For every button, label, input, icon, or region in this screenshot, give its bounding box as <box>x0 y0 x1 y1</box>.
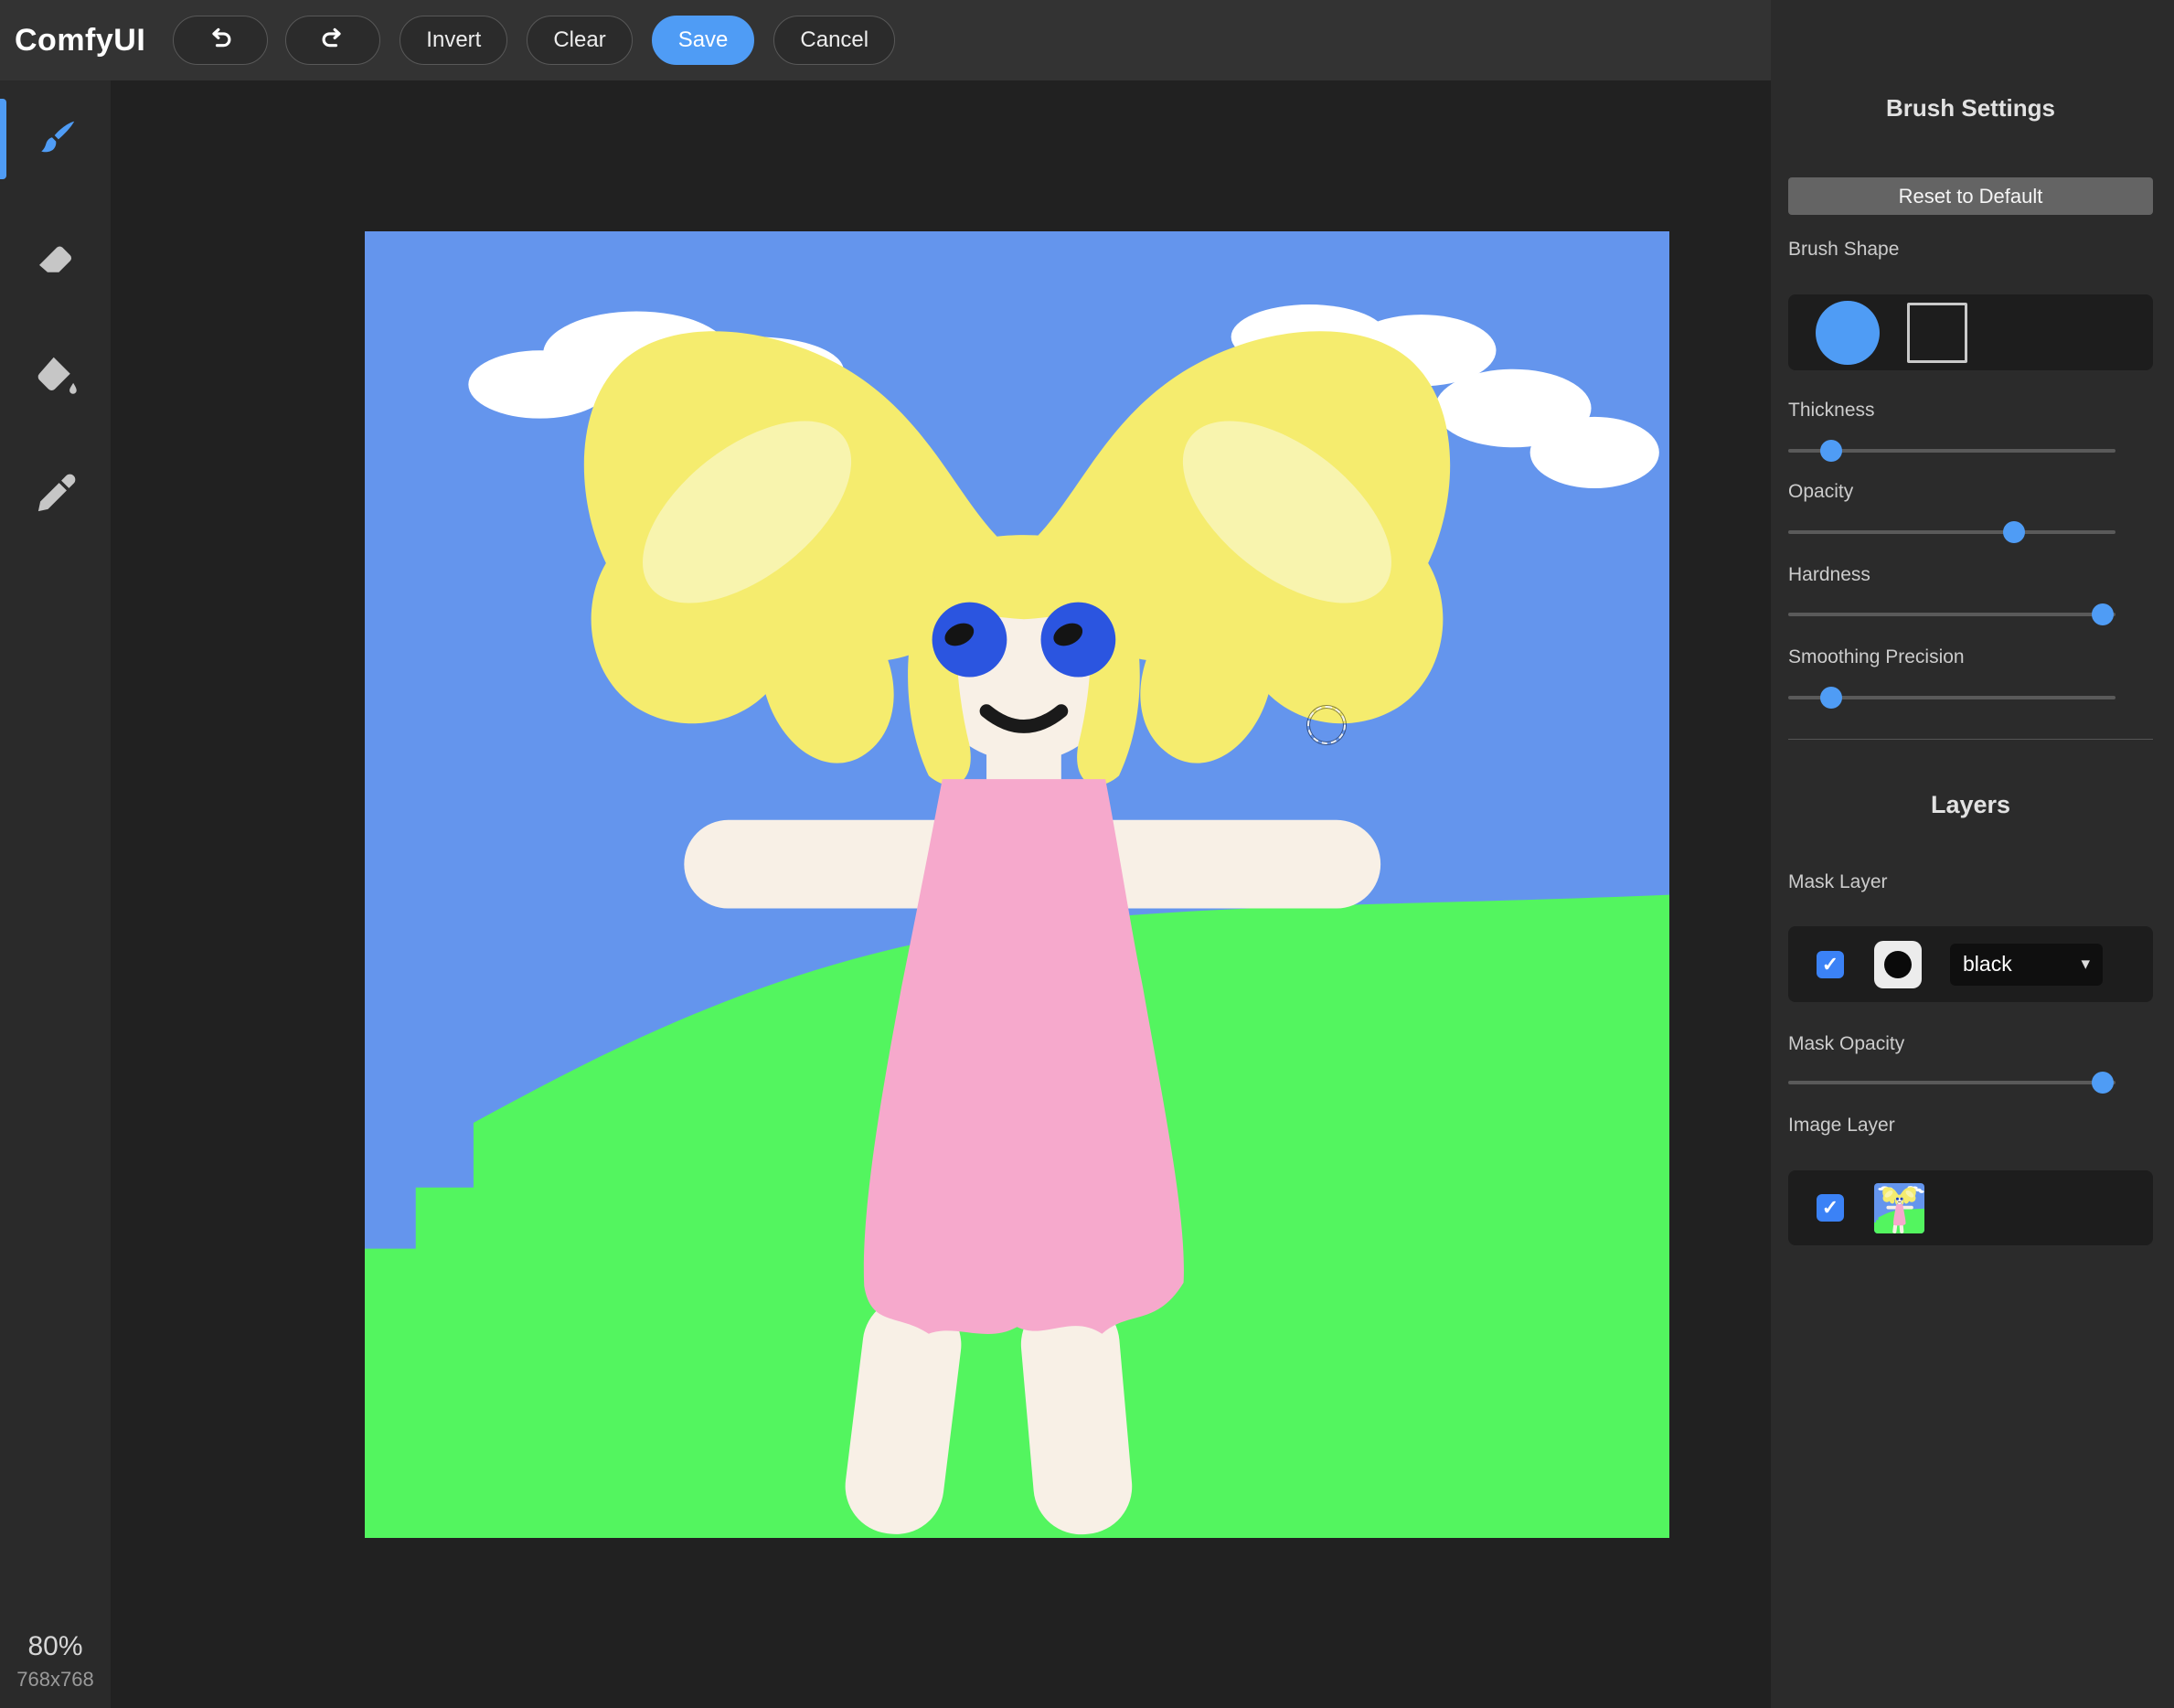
hardness-slider[interactable] <box>1788 603 2115 625</box>
redo-button[interactable] <box>285 16 380 65</box>
save-button[interactable]: Save <box>652 16 755 65</box>
eyedropper-icon <box>31 469 80 518</box>
chevron-down-icon: ▾ <box>2081 954 2090 975</box>
redo-icon <box>317 25 348 56</box>
mask-color-indicator[interactable] <box>1874 941 1922 988</box>
slider-thumb[interactable] <box>2092 603 2114 625</box>
slider-track[interactable] <box>1788 1081 2115 1084</box>
brush-settings-title: Brush Settings <box>1788 94 2153 123</box>
hardness-label: Hardness <box>1788 564 2153 586</box>
undo-icon <box>205 25 236 56</box>
brush-shape-picker <box>1788 294 2153 370</box>
slider-thumb[interactable] <box>1820 440 1842 462</box>
slider-thumb[interactable] <box>2092 1072 2114 1094</box>
eyedropper-tool-button[interactable] <box>0 434 111 552</box>
smoothing-precision-label: Smoothing Precision <box>1788 646 2153 668</box>
top-toolbar: ComfyUI Invert Clear Save Cancel <box>0 0 1771 80</box>
cancel-button[interactable]: Cancel <box>773 16 895 65</box>
brush-tool-button[interactable] <box>0 80 111 198</box>
brush-icon <box>31 115 80 165</box>
clear-button[interactable]: Clear <box>527 16 632 65</box>
thickness-label: Thickness <box>1788 400 2153 422</box>
brush-shape-circle-option[interactable] <box>1816 301 1880 365</box>
slider-track[interactable] <box>1788 613 2115 616</box>
image-layer-visibility-checkbox[interactable]: ✓ <box>1817 1194 1844 1222</box>
mask-opacity-label: Mask Opacity <box>1788 1033 2153 1055</box>
mask-color-select[interactable]: black ▾ <box>1950 944 2103 986</box>
mask-opacity-slider[interactable] <box>1788 1072 2115 1094</box>
slider-thumb[interactable] <box>1820 687 1842 709</box>
image-layer-thumbnail[interactable] <box>1874 1183 1924 1233</box>
layers-title: Layers <box>1788 791 2153 819</box>
image-layer-thumbnail-preview <box>1874 1183 1924 1233</box>
mask-color-dot-icon <box>1884 951 1912 978</box>
paint-canvas[interactable] <box>365 231 1669 1538</box>
brush-shape-square-option[interactable] <box>1907 303 1967 363</box>
eraser-icon <box>31 233 80 283</box>
image-layer-row: ✓ <box>1788 1170 2153 1245</box>
settings-panel: Brush Settings Reset to Default Brush Sh… <box>1771 0 2174 1708</box>
check-icon: ✓ <box>1822 1196 1838 1220</box>
opacity-label: Opacity <box>1788 481 2153 503</box>
reset-to-default-button[interactable]: Reset to Default <box>1788 177 2153 215</box>
tool-sidebar: 80% 768x768 <box>0 80 111 1708</box>
check-icon: ✓ <box>1822 953 1838 977</box>
image-layer-label: Image Layer <box>1788 1115 2153 1137</box>
section-divider <box>1788 739 2153 740</box>
brush-shape-label: Brush Shape <box>1788 239 2153 261</box>
mask-color-value: black <box>1963 952 2012 977</box>
slider-track[interactable] <box>1788 530 2115 534</box>
canvas-dimensions: 768x768 <box>0 1668 111 1692</box>
app-logo: ComfyUI <box>15 23 145 59</box>
undo-button[interactable] <box>173 16 268 65</box>
fill-tool-button[interactable] <box>0 316 111 434</box>
paint-bucket-icon <box>31 351 80 400</box>
active-tool-indicator <box>0 99 6 179</box>
invert-button[interactable]: Invert <box>400 16 507 65</box>
mask-layer-label: Mask Layer <box>1788 871 2153 893</box>
eraser-tool-button[interactable] <box>0 198 111 316</box>
thickness-slider[interactable] <box>1788 440 2115 462</box>
zoom-level: 80% <box>0 1631 111 1662</box>
mask-layer-visibility-checkbox[interactable]: ✓ <box>1817 951 1844 978</box>
canvas-drawing <box>365 231 1669 1538</box>
mask-layer-row: ✓ black ▾ <box>1788 926 2153 1002</box>
comfyui-mask-editor: ComfyUI Invert Clear Save Cancel <box>0 0 2174 1708</box>
canvas-status: 80% 768x768 <box>0 1631 111 1692</box>
opacity-slider[interactable] <box>1788 521 2115 543</box>
slider-thumb[interactable] <box>2003 521 2025 543</box>
smoothing-precision-slider[interactable] <box>1788 687 2115 709</box>
canvas-workspace <box>111 80 1771 1708</box>
